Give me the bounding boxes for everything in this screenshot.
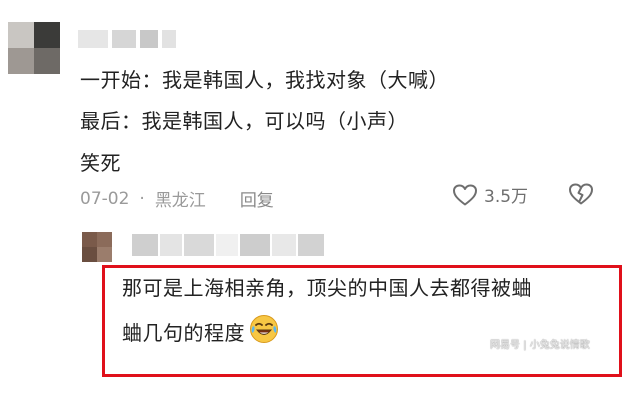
- comment-text-line: 笑死: [80, 151, 121, 175]
- dislike-button[interactable]: [568, 182, 594, 210]
- heart-outline-icon: [453, 184, 477, 205]
- username-blurred[interactable]: [78, 30, 176, 50]
- meta-separator: ·: [139, 188, 145, 209]
- comment-text-line: 一开始：我是韩国人，我找对象（大喊）: [80, 68, 449, 92]
- comment-text-line: 蛐几句的程度: [122, 321, 245, 345]
- laughing-crying-emoji-icon: [249, 314, 279, 349]
- comment-meta: 07-02 · 黑龙江 回复: [80, 186, 274, 212]
- like-button[interactable]: 3.5万: [452, 182, 528, 207]
- avatar[interactable]: [8, 22, 60, 74]
- broken-heart-icon: [569, 183, 593, 205]
- comment-location: 黑龙江: [154, 191, 206, 211]
- like-count: 3.5万: [484, 187, 529, 207]
- comment-date: 07-02: [80, 188, 130, 209]
- reply-button[interactable]: 回复: [240, 186, 274, 211]
- comment-text-line-wrapper: 蛐几句的程度: [122, 314, 279, 349]
- comment-text-line: 那可是上海相亲角，顶尖的中国人去都得被蛐: [122, 276, 532, 300]
- comment-text-line: 最后：我是韩国人，可以吗（小声）: [80, 109, 408, 133]
- avatar[interactable]: [82, 232, 112, 262]
- watermark: 网易号 | 小兔兔说情歌: [490, 340, 590, 351]
- username-blurred[interactable]: [132, 234, 324, 256]
